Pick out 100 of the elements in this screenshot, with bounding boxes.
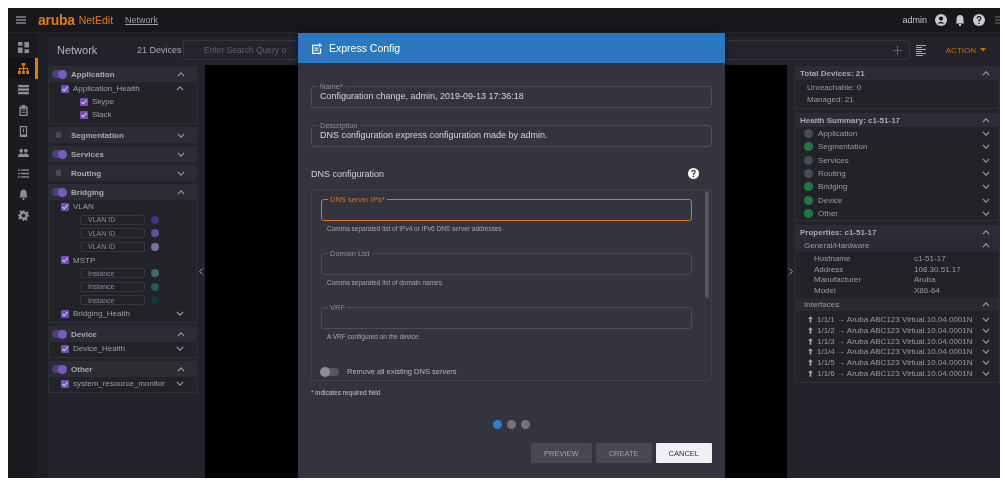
chevron-down-icon[interactable]: [982, 338, 990, 344]
section-title: Properties: c1-51-17: [800, 227, 877, 237]
filter-header[interactable]: Segmentation: [48, 127, 197, 143]
chevron-down-icon[interactable]: [982, 349, 990, 355]
filter-item: Skype: [92, 97, 115, 106]
checkbox[interactable]: [61, 84, 69, 93]
chevron-up-icon[interactable]: [982, 302, 990, 308]
chevron-down-icon[interactable]: [982, 316, 990, 322]
filter-label: Device: [71, 329, 97, 339]
gear-icon[interactable]: [17, 210, 29, 221]
toggle-switch[interactable]: [52, 70, 66, 78]
chevron-down-icon[interactable]: [982, 171, 990, 177]
section-header[interactable]: Health Summary: c1-51-17: [795, 113, 1000, 127]
scrollbar[interactable]: [705, 191, 709, 298]
chevron-down-icon[interactable]: [982, 360, 990, 366]
add-icon[interactable]: [892, 45, 902, 55]
toggle-switch[interactable]: [52, 330, 66, 338]
filter-header[interactable]: Bridging: [48, 184, 197, 200]
chevron-down-icon[interactable]: [982, 370, 990, 376]
tree-icon[interactable]: [17, 63, 29, 74]
filter-header[interactable]: Services: [48, 146, 197, 162]
rows-icon[interactable]: [17, 84, 29, 95]
property-value: 108.30.51.17: [914, 264, 962, 275]
filter-label: Other: [71, 364, 93, 374]
product-name: NetEdit: [78, 14, 114, 26]
nav-item[interactable]: [8, 58, 38, 79]
interface-link[interactable]: 1/1/2 → Aruba ABC123 Virtual.10.04.0001N: [817, 325, 973, 335]
checkbox[interactable]: [61, 256, 69, 264]
chevron-down-icon[interactable]: [982, 327, 990, 333]
breadcrumb-link[interactable]: Network: [125, 15, 159, 25]
chevron-up-icon[interactable]: [177, 189, 185, 195]
interface-link[interactable]: 1/1/6 → Aruba ABC123 Virtual.10.04.0001N: [817, 368, 973, 378]
filter-header[interactable]: Routing: [48, 165, 197, 181]
toggle-switch[interactable]: [52, 188, 66, 196]
filter-item: Device_Health: [73, 344, 126, 353]
toggle-switch[interactable]: [321, 367, 339, 376]
chevron-down-icon[interactable]: [177, 170, 185, 176]
chevron-up-icon[interactable]: [982, 243, 990, 249]
filter-header[interactable]: Device: [48, 326, 197, 342]
field-value[interactable]: DNS configuration express configuration made by admin.: [320, 130, 703, 140]
tablet-icon[interactable]: [17, 126, 29, 137]
help-icon[interactable]: [973, 14, 985, 26]
toggle-switch[interactable]: [52, 365, 66, 373]
health-item: Other: [818, 208, 838, 218]
checkbox[interactable]: [61, 344, 69, 353]
chevron-down-icon[interactable]: [982, 131, 990, 137]
subsection-header[interactable]: Interfaces: [796, 298, 999, 312]
chevron-down-icon[interactable]: [176, 381, 184, 386]
menu-icon[interactable]: [16, 16, 26, 24]
chevron-down-icon[interactable]: [982, 197, 990, 203]
interface-link[interactable]: 1/1/5 → Aruba ABC123 Virtual.10.04.0001N: [817, 358, 973, 368]
subsection-header[interactable]: General/Hardware: [796, 239, 999, 253]
align-left-icon[interactable]: [915, 44, 926, 56]
chevron-down-icon[interactable]: [982, 144, 990, 150]
user-icon[interactable]: [935, 14, 947, 26]
subsection-title: Interfaces: [804, 300, 840, 310]
action-menu-button[interactable]: ACTION: [925, 45, 1000, 55]
checkbox[interactable]: [80, 97, 88, 106]
grid-icon[interactable]: [17, 42, 29, 53]
bell-icon[interactable]: [17, 189, 29, 200]
chevron-down-icon[interactable]: [982, 184, 990, 190]
interface-link[interactable]: 1/1/4 → Aruba ABC123 Virtual.10.04.0001N: [817, 347, 973, 357]
chevron-up-icon[interactable]: [982, 117, 990, 123]
step-dot[interactable]: [521, 420, 530, 429]
filter-header[interactable]: Application: [48, 66, 197, 82]
chevron-down-icon[interactable]: [177, 132, 185, 138]
filter-header[interactable]: Other: [48, 361, 197, 377]
bell-icon[interactable]: [955, 14, 965, 26]
list-icon[interactable]: [17, 168, 29, 179]
chevron-down-icon[interactable]: [177, 151, 185, 157]
collapse-left-icon[interactable]: [199, 268, 203, 275]
chevron-up-icon[interactable]: [177, 366, 185, 372]
checkbox[interactable]: [61, 379, 69, 388]
chevron-up-icon[interactable]: [982, 70, 990, 76]
filter-item: Application_Health: [73, 84, 140, 93]
chevron-down-icon[interactable]: [982, 210, 990, 216]
chevron-up-icon[interactable]: [176, 86, 184, 91]
help-icon[interactable]: [688, 168, 699, 179]
chevron-up-icon[interactable]: [177, 71, 185, 77]
chevron-down-icon[interactable]: [176, 311, 184, 316]
chevron-down-icon[interactable]: [176, 346, 184, 351]
checkbox[interactable]: [61, 202, 69, 211]
interface-link[interactable]: 1/1/3 → Aruba ABC123 Virtual.10.04.0001N: [817, 336, 973, 346]
section-title: DNS configuration: [311, 168, 385, 179]
interface-link[interactable]: 1/1/1 → Aruba ABC123 Virtual.10.04.0001N: [817, 314, 973, 324]
toggle-switch[interactable]: [52, 150, 66, 158]
step-dot[interactable]: [507, 420, 516, 429]
step-dot[interactable]: [493, 420, 502, 429]
expand-right-icon[interactable]: [789, 268, 793, 275]
section-header[interactable]: Total Devices: 21: [795, 66, 1000, 80]
checkbox[interactable]: [80, 110, 88, 119]
chevron-up-icon[interactable]: [177, 331, 185, 337]
people-icon[interactable]: [17, 147, 29, 158]
chevron-up-icon[interactable]: [982, 229, 990, 235]
chevron-down-icon[interactable]: [982, 157, 990, 163]
checkbox[interactable]: [61, 309, 69, 318]
section-header[interactable]: Properties: c1-51-17: [795, 225, 1000, 240]
field-value[interactable]: Configuration change, admin, 2019-09-13 17:36:18: [320, 91, 703, 101]
property-value: c1-51-17: [914, 254, 947, 264]
clipboard-icon[interactable]: [17, 105, 29, 116]
